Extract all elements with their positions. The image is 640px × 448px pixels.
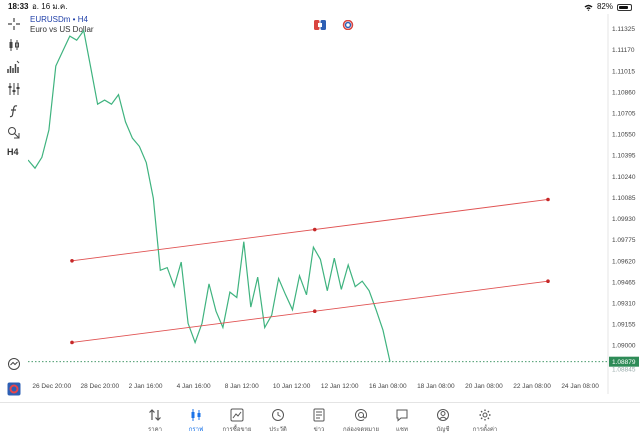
nav-item-account[interactable]: บัญชี [421,407,465,434]
channel-lower-line [71,280,549,343]
time-axis-label: 8 Jan 12:00 [225,383,259,390]
news-icon [297,407,341,423]
candlestick-type-icon[interactable] [7,38,21,52]
time-axis-label: 10 Jan 12:00 [273,383,311,390]
time-axis-label: 28 Dec 20:00 [80,383,119,390]
status-time: 18:33 [8,2,29,11]
nav-item-trade[interactable]: การซื้อขาย [215,407,259,434]
nav-item-news[interactable]: ข่าว [297,407,341,434]
channel-lower-anchor [546,279,550,284]
status-bar: 18:33 อ. 16 ม.ค. 82% [0,0,640,14]
time-axis-label: 2 Jan 16:00 [129,383,163,390]
price-axis-label: 1.09000 [612,343,636,350]
nav-label-mailbox: กล่องจดหมาย [342,427,380,433]
nav-item-quotes[interactable]: ราคา [133,407,177,434]
status-right: 82% [584,0,632,14]
bottom-nav: ราคา กราฟ การซื้อขาย ประวัติ ข่าว กล่องจดหมาย… [0,402,640,448]
current-price-label: 1.08879 [612,359,636,366]
timeframe-button[interactable]: H4 [7,147,19,157]
price-axis-label: 1.09775 [612,237,636,244]
channel-lower-anchor [312,309,317,314]
price-axis-label: 1.10395 [612,153,636,160]
channel-upper-anchor [312,227,317,232]
price-series-line [27,29,391,362]
channel-upper-anchor [70,258,74,263]
indicators-icon[interactable] [7,60,21,74]
channel-upper-anchor [546,197,550,202]
nav-label-settings: การตั้งค่า [472,427,498,433]
status-date: อ. 16 ม.ค. [32,2,68,11]
time-axis-label: 12 Jan 12:00 [321,383,359,390]
nav-item-chart[interactable]: กราฟ [174,407,218,434]
chat-icon [380,407,424,423]
time-axis-label: 22 Jan 08:00 [513,383,551,390]
price-axis-label: 1.09465 [612,279,636,286]
hidden-price-label: 1.08845 [612,367,636,374]
price-axis-label: 1.10860 [612,89,636,96]
time-axis-label: 4 Jan 16:00 [177,383,211,390]
price-axis-label: 1.11325 [612,26,635,33]
price-axis-label: 1.09620 [612,258,636,265]
wifi-icon [584,4,593,11]
price-axis-label: 1.09310 [612,300,636,307]
channel-lower-anchor [70,340,74,345]
trade-icon [215,407,259,423]
nav-item-settings[interactable]: การตั้งค่า [463,407,507,434]
time-axis-label: 26 Dec 20:00 [32,383,71,390]
mailbox-icon [339,407,383,423]
parameters-icon[interactable] [7,82,21,96]
price-axis-label: 1.10085 [612,195,636,202]
objects-icon[interactable] [7,125,21,139]
price-chart[interactable]: 1.11325 1.11170 1.11015 1.10860 1.10705 1.105… [27,14,640,394]
crosshair-icon[interactable] [7,17,21,31]
nav-item-chat[interactable]: แชท [380,407,424,434]
battery-icon [617,3,632,11]
history-icon [256,407,300,423]
account-icon [421,407,465,423]
price-axis-label: 1.10550 [612,132,636,139]
quotes-icon [133,407,177,423]
nav-label-history: ประวัติ [269,427,287,433]
nav-label-quotes: ราคา [148,427,162,433]
nav-label-chart: กราฟ [188,427,204,433]
time-axis-label: 24 Jan 08:00 [561,383,599,390]
nav-label-news: ข่าว [313,427,325,433]
left-toolbar: H4 [0,14,28,396]
battery-percent: 82% [596,2,613,11]
time-axis-label: 18 Jan 08:00 [417,383,455,390]
nav-label-account: บัญชี [436,427,450,433]
time-axis-label: 20 Jan 08:00 [465,383,503,390]
price-axis-label: 1.11015 [612,68,635,75]
nav-label-chat: แชท [396,427,408,433]
nav-label-trade: การซื้อขาย [222,427,252,433]
price-axis-label: 1.09155 [612,322,636,329]
price-axis-label: 1.11170 [612,47,635,54]
nav-item-mailbox[interactable]: กล่องจดหมาย [339,407,383,434]
settings-icon [463,407,507,423]
function-icon[interactable] [7,104,21,118]
chart-svg[interactable]: 1.11325 1.11170 1.11015 1.10860 1.10705 1.105… [27,14,640,394]
price-axis-label: 1.10705 [612,111,636,118]
nav-item-history[interactable]: ประวัติ [256,407,300,434]
channel-upper-line [71,199,549,262]
chart-icon [174,407,218,423]
price-axis-label: 1.09930 [612,216,636,223]
exness-logo-icon[interactable] [7,382,21,396]
trade-level-icon[interactable] [7,357,21,371]
price-axis-label: 1.10240 [612,174,636,181]
time-axis-label: 16 Jan 08:00 [369,383,407,390]
